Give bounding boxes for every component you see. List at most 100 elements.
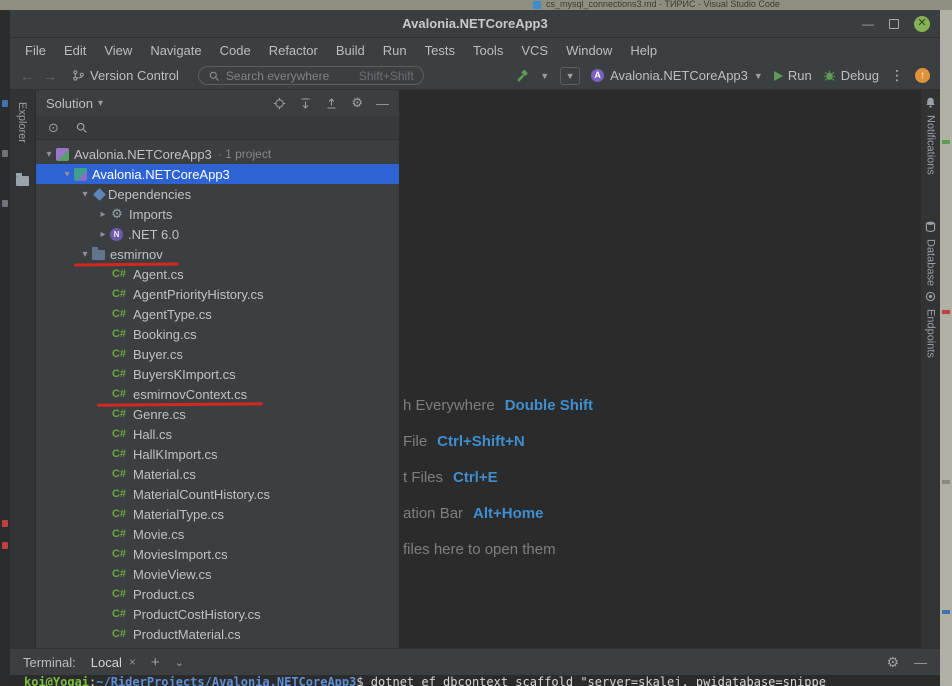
menu-item[interactable]: Code bbox=[211, 43, 260, 58]
panel-title[interactable]: Solution bbox=[46, 96, 93, 111]
tree-item[interactable]: C# AgentPriorityHistory.cs bbox=[36, 284, 399, 304]
tree-item[interactable]: C# Hall.cs bbox=[36, 424, 399, 444]
menu-item[interactable]: VCS bbox=[512, 43, 557, 58]
hide-terminal-icon[interactable]: — bbox=[914, 655, 927, 670]
menu-item[interactable]: Navigate bbox=[141, 43, 210, 58]
expand-all-icon[interactable] bbox=[299, 97, 312, 110]
tree-item[interactable]: C# AgentType.cs bbox=[36, 304, 399, 324]
toolwindow-database[interactable]: Database bbox=[921, 220, 940, 286]
menu-item[interactable]: View bbox=[95, 43, 141, 58]
tree-item[interactable]: C# MovieView.cs bbox=[36, 564, 399, 584]
more-options-icon[interactable]: ⋮ bbox=[890, 67, 904, 84]
tree-item[interactable]: ▾ Avalonia.NETCoreApp3 bbox=[36, 164, 399, 184]
run-configuration-label: Avalonia.NETCoreApp3 bbox=[610, 68, 748, 83]
tree-item[interactable]: C# Buyer.cs bbox=[36, 344, 399, 364]
minimize-button[interactable]: — bbox=[862, 17, 874, 31]
folder-icon[interactable] bbox=[16, 176, 29, 186]
update-notification-icon[interactable]: ↑ bbox=[915, 68, 930, 83]
tree-item[interactable]: ▾ Dependencies bbox=[36, 184, 399, 204]
tree-item[interactable]: C# MaterialCountHistory.cs bbox=[36, 484, 399, 504]
forward-icon[interactable]: → bbox=[43, 68, 57, 84]
tree-item[interactable]: C# BuyersKImport.cs bbox=[36, 364, 399, 384]
new-terminal-button[interactable]: + bbox=[151, 654, 160, 671]
overview-mark bbox=[2, 520, 8, 527]
run-button[interactable]: Run bbox=[774, 68, 812, 83]
tree-label: esmirnov bbox=[110, 247, 163, 262]
tree-label: Dependencies bbox=[108, 187, 191, 202]
tree-item[interactable]: C# MaterialType.cs bbox=[36, 504, 399, 524]
version-control-widget[interactable]: Version Control bbox=[72, 68, 179, 83]
close-button[interactable]: ✕ bbox=[914, 16, 930, 32]
terminal-command: $ dotnet ef dbcontext scaffold "server=s… bbox=[356, 675, 826, 686]
toolwindow-notifications[interactable]: Notifications bbox=[921, 96, 940, 175]
menu-item[interactable]: Tools bbox=[464, 43, 512, 58]
menu-item[interactable]: File bbox=[16, 43, 55, 58]
tree-item[interactable]: C# Material.cs bbox=[36, 464, 399, 484]
debug-button[interactable]: Debug bbox=[823, 68, 879, 83]
debug-label: Debug bbox=[841, 68, 879, 83]
tree-item[interactable]: ▾ Avalonia.NETCoreApp3 · 1 project bbox=[36, 144, 399, 164]
tree-icon: C# bbox=[110, 428, 128, 440]
search-icon bbox=[208, 70, 220, 82]
terminal-tab-local[interactable]: Local × bbox=[91, 655, 136, 670]
tree-item[interactable]: ▾ esmirnov bbox=[36, 244, 399, 264]
hide-panel-icon[interactable]: — bbox=[376, 96, 389, 111]
gear-icon[interactable]: ⚙ bbox=[351, 95, 363, 111]
tree-item[interactable]: C# Agent.cs bbox=[36, 264, 399, 284]
toolwindow-explorer-label[interactable]: Explorer bbox=[16, 102, 28, 143]
toolwindow-endpoints[interactable]: Endpoints bbox=[921, 290, 940, 358]
chevron-icon[interactable]: ▸ bbox=[96, 209, 110, 220]
scope-icon[interactable]: ⊙ bbox=[48, 120, 59, 136]
titlebar[interactable]: Avalonia.NETCoreApp3 — ✕ bbox=[10, 10, 940, 38]
build-tool-icon[interactable] bbox=[515, 69, 529, 83]
tree-item[interactable]: C# Booking.cs bbox=[36, 324, 399, 344]
search-icon[interactable] bbox=[75, 121, 88, 134]
maximize-button[interactable] bbox=[889, 19, 899, 29]
chevron-icon[interactable]: ▾ bbox=[78, 189, 92, 200]
chevron-icon[interactable]: ▾ bbox=[78, 249, 92, 260]
menu-item[interactable]: Edit bbox=[55, 43, 95, 58]
tree-item[interactable]: C# ProductMaterial.cs bbox=[36, 624, 399, 644]
tree-item[interactable]: ▸ ⚙ Imports bbox=[36, 204, 399, 224]
locate-file-icon[interactable] bbox=[273, 97, 286, 110]
chevron-down-icon[interactable]: ⌄ bbox=[175, 656, 184, 669]
tree-item[interactable]: C# Product.cs bbox=[36, 584, 399, 604]
tree-item[interactable]: ▸ N .NET 6.0 bbox=[36, 224, 399, 244]
background-vscode-titlebar[interactable]: cs_mysql_connections3.md - ТИРИС - Visua… bbox=[0, 0, 952, 10]
overview-mark bbox=[2, 100, 8, 107]
menu-item[interactable]: Help bbox=[621, 43, 666, 58]
menu-item[interactable]: Run bbox=[374, 43, 416, 58]
tree-item[interactable]: C# ProductCostHistory.cs bbox=[36, 604, 399, 624]
tree-item[interactable]: C# esmirnovContext.cs bbox=[36, 384, 399, 404]
chevron-down-icon[interactable]: ▼ bbox=[540, 71, 549, 81]
hint-shortcut: Double Shift bbox=[505, 397, 593, 414]
chevron-down-icon[interactable]: ▾ bbox=[98, 98, 103, 109]
tree-item[interactable]: C# Genre.cs bbox=[36, 404, 399, 424]
back-icon[interactable]: ← bbox=[20, 68, 34, 84]
chevron-icon[interactable]: ▾ bbox=[60, 169, 74, 180]
chevron-icon[interactable]: ▾ bbox=[42, 149, 56, 160]
run-target-selector[interactable]: ▼ bbox=[560, 67, 580, 85]
rider-window: Avalonia.NETCoreApp3 — ✕ FileEditViewNav… bbox=[10, 10, 940, 686]
run-configuration-combo[interactable]: A Avalonia.NETCoreApp3 ▼ bbox=[591, 68, 763, 83]
close-icon[interactable]: × bbox=[129, 655, 136, 669]
chevron-icon[interactable]: ▸ bbox=[96, 229, 110, 240]
search-everywhere-box[interactable]: Search everywhere Shift+Shift bbox=[198, 66, 424, 85]
tree-item[interactable]: C# Movie.cs bbox=[36, 524, 399, 544]
panel-header-icons: ⚙ — bbox=[273, 95, 389, 111]
terminal-prompt-user: koi@Yogai bbox=[24, 675, 89, 686]
terminal-output[interactable]: koi@Yogai:~/RiderProjects/Avalonia.NETCo… bbox=[10, 675, 940, 686]
tree-item[interactable]: C# MoviesImport.cs bbox=[36, 544, 399, 564]
menu-item[interactable]: Tests bbox=[416, 43, 464, 58]
menu-item[interactable]: Window bbox=[557, 43, 621, 58]
gear-icon[interactable]: ⚙ bbox=[886, 654, 899, 671]
editor-area[interactable]: h Everywhere Double Shift File Ctrl+Shif… bbox=[400, 90, 920, 648]
run-label: Run bbox=[788, 68, 812, 83]
menu-item[interactable]: Build bbox=[327, 43, 374, 58]
left-toolwindow-stripe: Explorer bbox=[10, 90, 36, 648]
version-control-label: Version Control bbox=[90, 68, 179, 83]
tree-icon: C# bbox=[110, 268, 128, 280]
collapse-all-icon[interactable] bbox=[325, 97, 338, 110]
tree-item[interactable]: C# HallKImport.cs bbox=[36, 444, 399, 464]
menu-item[interactable]: Refactor bbox=[260, 43, 327, 58]
